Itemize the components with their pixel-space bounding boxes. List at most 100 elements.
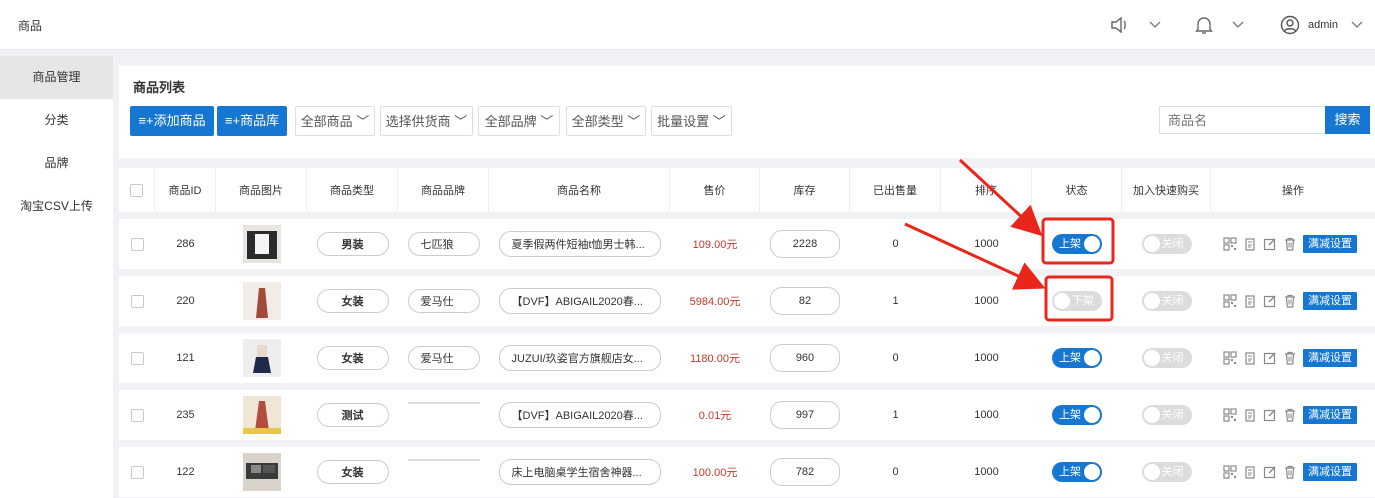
product-price: 1180.00元 xyxy=(690,353,740,365)
search-input[interactable] xyxy=(1159,106,1325,134)
main-content: 商品列表 ≡+添加商品 ≡+商品库 全部商品 ﹀ 选择供货商 ﹀ 全部品牌 ﹀ … xyxy=(119,56,1375,498)
status-toggle[interactable]: 上架 xyxy=(1052,348,1102,368)
status-toggle[interactable]: 上架 xyxy=(1052,405,1102,425)
quick-buy-toggle[interactable]: 关闭 xyxy=(1141,291,1192,311)
edit-icon[interactable] xyxy=(1263,408,1277,422)
select-all-checkbox[interactable] xyxy=(130,183,143,197)
chevron-down-icon: ﹀ xyxy=(450,114,468,129)
edit-icon[interactable] xyxy=(1263,237,1277,251)
quick-buy-toggle[interactable]: 关闭 xyxy=(1141,405,1192,425)
stock-input[interactable]: 960 xyxy=(770,344,840,372)
stock-input[interactable]: 782 xyxy=(770,458,840,486)
sidebar-item-brand[interactable]: 品牌 xyxy=(0,142,113,185)
toggle-knob xyxy=(1084,236,1100,252)
sidebar-item-product-manage[interactable]: 商品管理 xyxy=(0,56,113,99)
col-header: 商品类型 xyxy=(307,168,398,212)
row-checkbox[interactable] xyxy=(130,408,144,422)
table-row: 122 女装 床上电脑桌学生宿舍神器... 100.00元 782 0 1000… xyxy=(119,447,1375,497)
col-header: 排序 xyxy=(941,168,1032,212)
copy-icon[interactable] xyxy=(1243,351,1257,365)
full-reduction-button[interactable]: 满减设置 xyxy=(1303,406,1357,424)
col-header: 已出售量 xyxy=(850,168,941,212)
row-checkbox[interactable] xyxy=(130,465,144,479)
full-reduction-button[interactable]: 满减设置 xyxy=(1303,463,1357,481)
product-name: 夏季假两件短袖t恤男士韩... xyxy=(498,231,661,257)
col-header: 商品图片 xyxy=(216,168,307,212)
row-checkbox[interactable] xyxy=(130,294,144,308)
stock-input[interactable]: 997 xyxy=(770,401,840,429)
qrcode-icon[interactable] xyxy=(1223,408,1237,422)
notification-menu[interactable] xyxy=(1195,14,1249,36)
table-header: 商品ID 商品图片 商品类型 商品品牌 商品名称 售价 库存 已出售量 排序 状… xyxy=(119,168,1375,212)
stock-input[interactable]: 82 xyxy=(770,287,840,315)
col-header: 商品品牌 xyxy=(398,168,489,212)
product-type-tag: 测试 xyxy=(316,403,389,427)
status-toggle[interactable]: 上架 xyxy=(1052,462,1102,482)
speaker-menu[interactable] xyxy=(1110,14,1166,36)
trash-icon[interactable] xyxy=(1283,294,1297,308)
copy-icon[interactable] xyxy=(1243,408,1257,422)
row-checkbox[interactable] xyxy=(130,351,144,365)
edit-icon[interactable] xyxy=(1263,465,1277,479)
row-checkbox[interactable] xyxy=(130,237,144,251)
copy-icon[interactable] xyxy=(1243,465,1257,479)
quick-buy-toggle[interactable]: 关闭 xyxy=(1141,234,1192,254)
qrcode-icon[interactable] xyxy=(1223,351,1237,365)
qrcode-icon[interactable] xyxy=(1223,237,1237,251)
quick-buy-toggle[interactable]: 关闭 xyxy=(1141,348,1192,368)
full-reduction-button[interactable]: 满减设置 xyxy=(1303,292,1357,310)
edit-icon[interactable] xyxy=(1263,294,1277,308)
search-button[interactable]: 搜索 xyxy=(1325,106,1370,134)
filter-brand[interactable]: 全部品牌 ﹀ xyxy=(478,106,560,136)
qrcode-icon[interactable] xyxy=(1223,294,1237,308)
product-id: 121 xyxy=(176,352,195,364)
top-bar: 商品 admin xyxy=(0,0,1375,50)
qrcode-icon[interactable] xyxy=(1223,465,1237,479)
trash-icon[interactable] xyxy=(1283,237,1297,251)
filter-all-products[interactable]: 全部商品 ﹀ xyxy=(295,106,375,136)
toggle-knob xyxy=(1084,407,1100,423)
batch-settings[interactable]: 批量设置 ﹀ xyxy=(651,106,732,136)
product-name: 【DVF】ABIGAIL2020春... xyxy=(498,402,661,428)
sidebar-item-taobao-csv[interactable]: 淘宝CSV上传 xyxy=(0,185,113,228)
product-thumbnail[interactable] xyxy=(242,339,281,377)
edit-icon[interactable] xyxy=(1263,351,1277,365)
product-thumbnail[interactable] xyxy=(242,453,281,491)
copy-icon[interactable] xyxy=(1243,237,1257,251)
product-library-button[interactable]: ≡+商品库 xyxy=(217,106,287,136)
product-price: 109.00元 xyxy=(692,239,738,251)
sidebar-item-category[interactable]: 分类 xyxy=(0,99,113,142)
product-thumbnail[interactable] xyxy=(242,282,281,320)
product-price: 100.00元 xyxy=(692,467,738,479)
product-name: JUZUI/玖姿官方旗舰店女... xyxy=(498,345,661,371)
product-thumbnail[interactable] xyxy=(242,225,281,263)
trash-icon[interactable] xyxy=(1283,408,1297,422)
filter-type[interactable]: 全部类型 ﹀ xyxy=(566,106,646,136)
add-product-button[interactable]: ≡+添加商品 xyxy=(130,106,214,136)
full-reduction-button[interactable]: 满减设置 xyxy=(1303,349,1357,367)
product-brand-empty xyxy=(407,402,480,404)
status-toggle[interactable]: 上架 xyxy=(1052,234,1102,254)
filter-supplier[interactable]: 选择供货商 ﹀ xyxy=(380,106,473,136)
product-brand: 七匹狼 xyxy=(407,232,480,256)
username: admin xyxy=(1308,19,1338,31)
col-header: 库存 xyxy=(760,168,850,212)
product-id: 122 xyxy=(176,466,195,478)
trash-icon[interactable] xyxy=(1283,351,1297,365)
chevron-down-icon: ﹀ xyxy=(623,114,641,129)
product-thumbnail[interactable] xyxy=(242,396,281,434)
product-price: 5984.00元 xyxy=(689,296,741,308)
sort-value: 1000 xyxy=(974,466,999,478)
trash-icon[interactable] xyxy=(1283,465,1297,479)
product-price: 0.01元 xyxy=(698,410,732,422)
copy-icon[interactable] xyxy=(1243,294,1257,308)
sold-count: 0 xyxy=(892,352,899,364)
stock-input[interactable]: 2228 xyxy=(770,230,840,258)
product-type-tag: 女装 xyxy=(316,460,389,484)
status-toggle[interactable]: 下架 xyxy=(1052,291,1102,311)
full-reduction-button[interactable]: 满减设置 xyxy=(1303,235,1357,253)
quick-buy-toggle[interactable]: 关闭 xyxy=(1141,462,1192,482)
user-menu[interactable]: admin xyxy=(1280,14,1368,36)
list-plus-icon: ≡+ xyxy=(224,113,241,128)
product-brand: 爱马仕 xyxy=(407,346,480,370)
